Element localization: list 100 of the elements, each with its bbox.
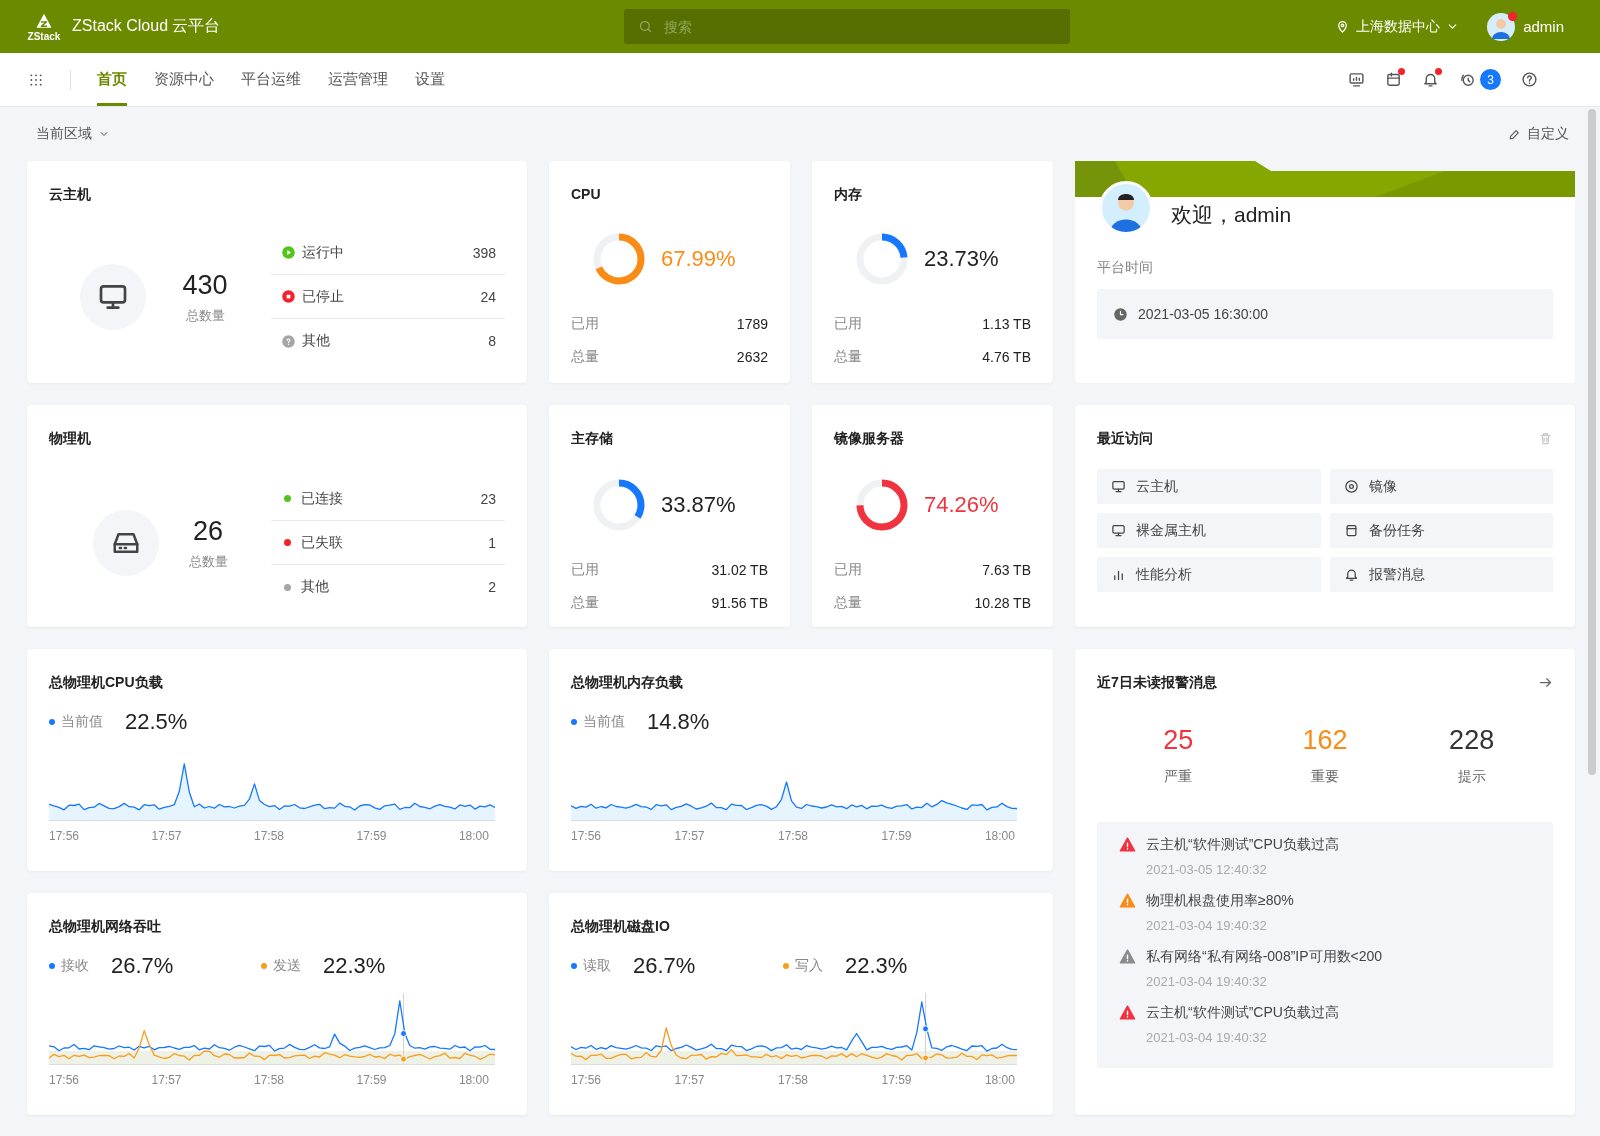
recent-link[interactable]: 云主机 <box>1097 469 1321 504</box>
bell-icon <box>1343 567 1359 582</box>
customize-button[interactable]: 自定义 <box>1508 125 1569 143</box>
recent-link[interactable]: 性能分析 <box>1097 557 1321 592</box>
scrollbar-thumb[interactable] <box>1588 109 1596 775</box>
alert-message[interactable]: 物理机根盘使用率≥80% <box>1146 892 1294 910</box>
nav-tab[interactable]: 首页 <box>97 53 127 106</box>
card-title: 物理机 <box>49 429 92 447</box>
stat-value: 10.28 TB <box>974 594 1031 611</box>
alert-message[interactable]: 云主机“软件测试”CPU负载过高 <box>1146 1004 1339 1022</box>
severity-label: 严重 <box>1164 768 1193 786</box>
box-icon <box>1343 523 1359 538</box>
legend-label: 写入 <box>795 957 823 975</box>
total-label: 总数量 <box>185 306 225 325</box>
nav-tab[interactable]: 运营管理 <box>328 53 388 106</box>
warning-icon <box>1119 836 1136 853</box>
recent-link[interactable]: 镜像 <box>1329 469 1553 504</box>
card-title: 总物理机内存负载 <box>571 673 684 691</box>
time-axis-label: 17:59 <box>881 829 912 843</box>
current-value: 22.3% <box>845 953 908 979</box>
data-point <box>922 1025 930 1033</box>
stat-value: 1789 <box>736 315 768 332</box>
time-axis-label: 17:56 <box>49 829 80 843</box>
nav-tab[interactable]: 设置 <box>415 53 445 106</box>
current-value: 22.5% <box>125 709 188 735</box>
cursor-line <box>403 993 405 1065</box>
alert-message[interactable]: 私有网络“私有网络-008”IP可用数<200 <box>1146 948 1383 966</box>
cursor-line <box>925 993 927 1065</box>
percent-value: 33.87% <box>661 492 736 518</box>
warning-icon <box>1119 948 1136 965</box>
donut-gauge <box>854 231 910 287</box>
warning-icon <box>1119 892 1136 909</box>
help-icon[interactable] <box>1521 71 1538 88</box>
alert-time: 2021-03-04 19:40:32 <box>1146 918 1268 933</box>
severity-label: 重要 <box>1311 768 1339 786</box>
time-axis-label: 17:57 <box>151 829 182 843</box>
alert-message[interactable]: 云主机“软件测试”CPU负载过高 <box>1146 836 1339 854</box>
data-point <box>922 1054 930 1062</box>
current-value: 14.8% <box>647 709 710 735</box>
legend-label: 发送 <box>273 957 301 975</box>
card-title: 总物理机网络吞吐 <box>49 917 162 935</box>
status-count: 23 <box>480 490 496 507</box>
nav-tab[interactable]: 资源中心 <box>154 53 214 106</box>
percent-value: 23.73% <box>924 246 999 272</box>
bell-icon[interactable] <box>1422 71 1439 88</box>
card-title: 总物理机CPU负载 <box>49 673 164 691</box>
severity-label: 提示 <box>1457 768 1486 786</box>
time-axis-label: 17:59 <box>356 1073 387 1087</box>
stat-value: 4.76 TB <box>982 348 1031 365</box>
donut-gauge <box>591 231 647 287</box>
alert-time: 2021-03-04 19:40:32 <box>1146 1030 1268 1045</box>
stat-label: 已用 <box>571 314 599 333</box>
time-axis-label: 17:57 <box>674 829 705 843</box>
status-count: 8 <box>488 333 496 349</box>
total-count: 430 <box>182 269 228 301</box>
stat-label: 已用 <box>571 560 599 579</box>
stat-label: 总量 <box>571 593 599 612</box>
status-label: 运行中 <box>302 243 344 262</box>
disc-icon <box>1343 479 1359 494</box>
user-name[interactable]: admin <box>1523 18 1564 35</box>
stat-value: 2632 <box>736 348 768 365</box>
time-axis-label: 17:58 <box>253 829 284 843</box>
recent-link[interactable]: 备份任务 <box>1329 513 1553 548</box>
stat-value: 7.63 TB <box>982 561 1031 578</box>
question-status-icon <box>281 333 296 349</box>
nav-tab[interactable]: 平台运维 <box>241 53 301 106</box>
welcome-greeting: 欢迎，admin <box>1171 202 1292 228</box>
logo-text: ZStack <box>27 31 61 42</box>
stat-value: 31.02 TB <box>711 561 768 578</box>
stat-value: 91.56 TB <box>711 594 768 611</box>
calendar-icon[interactable] <box>1385 71 1402 88</box>
count-badge: 3 <box>1480 69 1501 90</box>
card-title: 镜像服务器 <box>834 429 905 447</box>
percent-value: 74.26% <box>924 492 999 518</box>
stat-label: 总量 <box>571 347 599 366</box>
donut-gauge <box>854 477 910 533</box>
status-label: 其他 <box>302 332 330 350</box>
current-value: 26.7% <box>633 953 696 979</box>
user-avatar[interactable] <box>1487 12 1516 41</box>
percent-value: 67.99% <box>661 246 736 272</box>
recent-link[interactable]: 报警消息 <box>1329 557 1553 592</box>
zone-dropdown[interactable]: 当前区域 <box>36 125 110 143</box>
recent-link[interactable]: 裸金属主机 <box>1097 513 1321 548</box>
monitor-chart-icon[interactable] <box>1348 71 1365 88</box>
status-label: 已停止 <box>302 287 344 306</box>
card-title: 主存储 <box>571 429 614 447</box>
warning-icon <box>1119 1004 1136 1021</box>
status-label: 其他 <box>301 578 329 596</box>
app-title: ZStack Cloud 云平台 <box>72 16 222 36</box>
region-dropdown[interactable]: 上海数据中心 <box>1335 17 1460 36</box>
card-title: CPU <box>571 185 602 203</box>
clock-icon <box>1113 306 1128 322</box>
card-title: 总物理机磁盘IO <box>571 917 671 935</box>
apps-grid-icon[interactable] <box>28 71 44 88</box>
stat-label: 总量 <box>834 347 862 366</box>
search-field[interactable]: 搜索 <box>624 9 1070 44</box>
total-count: 26 <box>192 515 223 547</box>
current-value: 22.3% <box>323 953 386 979</box>
card-title: 云主机 <box>49 185 92 203</box>
alert-time: 2021-03-04 19:40:32 <box>1146 974 1268 989</box>
